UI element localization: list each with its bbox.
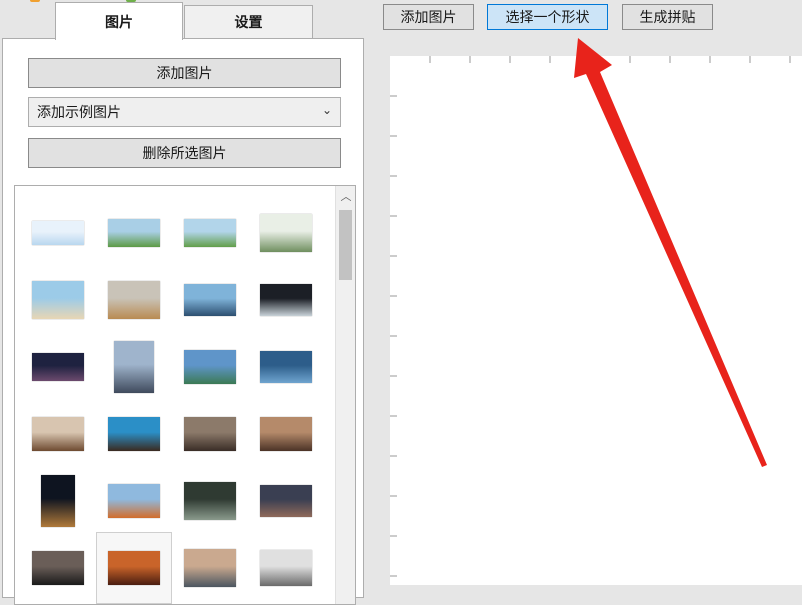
thumbnail-item[interactable] bbox=[29, 472, 87, 530]
thumbnail-item[interactable] bbox=[257, 204, 315, 262]
scroll-up-arrow-icon[interactable]: ︿ bbox=[336, 188, 355, 204]
delete-selected-pictures-button[interactable]: 删除所选图片 bbox=[28, 138, 341, 168]
thumbnail-item[interactable] bbox=[29, 405, 87, 463]
thumbnail-item[interactable] bbox=[105, 472, 163, 530]
thumb-mountain-lake bbox=[184, 350, 236, 384]
thumb-lake-reflection bbox=[260, 351, 312, 383]
thumb-desert-haze bbox=[108, 281, 160, 319]
horizontal-ruler bbox=[429, 56, 791, 63]
thumb-beach bbox=[32, 281, 84, 319]
thumbnail-item[interactable] bbox=[181, 338, 239, 396]
scrollbar-thumb[interactable] bbox=[339, 210, 352, 280]
pictures-panel: 添加图片 添加示例图片 ⌄ 删除所选图片 ︿ bbox=[2, 38, 364, 605]
thumb-city-skyline bbox=[114, 341, 154, 393]
thumbnail-item[interactable] bbox=[29, 338, 87, 396]
thumb-green-field-1 bbox=[108, 219, 160, 247]
thumb-green-field-2 bbox=[184, 219, 236, 247]
collage-canvas[interactable] bbox=[390, 56, 802, 585]
generate-collage-button[interactable]: 生成拼贴 bbox=[622, 4, 713, 30]
tab-pictures[interactable]: 图片 bbox=[55, 2, 183, 40]
thumb-tunnel-night bbox=[260, 284, 312, 316]
thumb-framed-document bbox=[260, 214, 312, 252]
thumb-red-dunes bbox=[108, 484, 160, 518]
choose-shape-button[interactable]: 选择一个形状 bbox=[487, 4, 608, 30]
toolbar-add-pictures-button[interactable]: 添加图片 bbox=[383, 4, 474, 30]
thumbnail-item[interactable] bbox=[96, 532, 172, 604]
thumbnail-item[interactable] bbox=[105, 405, 163, 463]
thumbnail-item[interactable] bbox=[257, 539, 315, 597]
thumbnail-item[interactable] bbox=[257, 338, 315, 396]
app-icon bbox=[30, 0, 40, 2]
thumbnail-item[interactable] bbox=[181, 204, 239, 262]
thumbnail-item[interactable] bbox=[257, 271, 315, 329]
thumbnail-item[interactable] bbox=[181, 472, 239, 530]
chevron-down-icon: ⌄ bbox=[321, 103, 332, 117]
thumb-antelope-canyon bbox=[108, 551, 160, 585]
thumb-car-interior bbox=[184, 482, 236, 520]
thumbnail-item[interactable] bbox=[105, 271, 163, 329]
thumbnail-item[interactable] bbox=[29, 271, 87, 329]
thumb-screenshot-blue bbox=[32, 221, 84, 245]
thumbnail-item[interactable] bbox=[257, 405, 315, 463]
sample-pictures-dropdown[interactable]: 添加示例图片 ⌄ bbox=[28, 97, 341, 127]
picture-thumbnail-list[interactable]: ︿ bbox=[14, 185, 356, 605]
thumbnail-item[interactable] bbox=[181, 405, 239, 463]
thumb-dining-room bbox=[32, 417, 84, 451]
thumb-sea-arch bbox=[108, 417, 160, 451]
vertical-ruler bbox=[390, 95, 397, 577]
thumbnail-item[interactable] bbox=[257, 472, 315, 530]
thumbnail-item[interactable] bbox=[181, 539, 239, 597]
thumb-harbor bbox=[184, 284, 236, 316]
thumbnail-item[interactable] bbox=[29, 539, 87, 597]
tab-settings[interactable]: 设置 bbox=[184, 5, 313, 38]
thumb-foggy-mountains bbox=[260, 550, 312, 586]
thumb-sunset-silhouette bbox=[260, 485, 312, 517]
thumbnail-item[interactable] bbox=[105, 338, 163, 396]
thumbnail-item[interactable] bbox=[29, 204, 87, 262]
thumb-cafe-interior bbox=[184, 417, 236, 451]
thumbnail-item[interactable] bbox=[105, 204, 163, 262]
thumb-canyon-dark bbox=[41, 475, 75, 527]
thumb-milky-way bbox=[32, 353, 84, 381]
thumb-camera-bag bbox=[32, 551, 84, 585]
thumb-restaurant bbox=[260, 417, 312, 451]
thumbnail-item[interactable] bbox=[181, 271, 239, 329]
add-pictures-button[interactable]: 添加图片 bbox=[28, 58, 341, 88]
thumb-desk-items bbox=[184, 549, 236, 587]
thumbnail-list-scrollbar[interactable]: ︿ bbox=[335, 186, 355, 604]
sample-pictures-dropdown-value: 添加示例图片 bbox=[37, 105, 121, 121]
